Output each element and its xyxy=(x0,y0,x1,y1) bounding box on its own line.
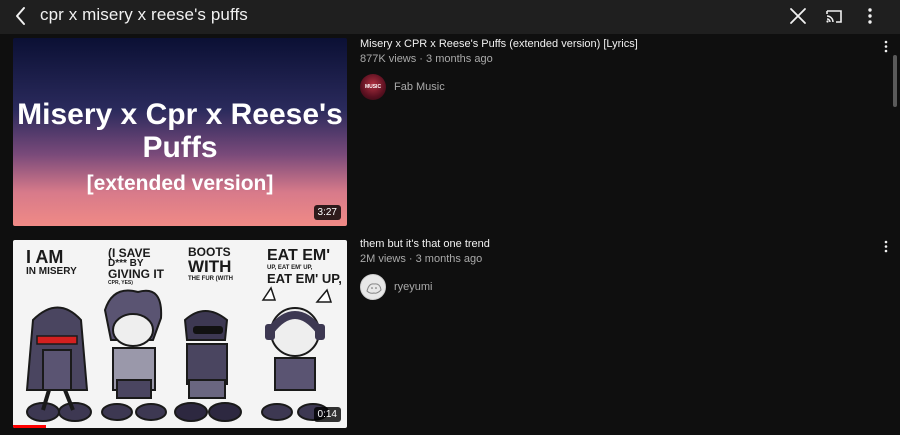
thumbnail-title-line: Puffs xyxy=(142,131,218,164)
video-title[interactable]: them but it's that one trend xyxy=(360,238,490,250)
channel-link[interactable]: MUSIC Fab Music xyxy=(360,74,445,100)
video-title[interactable]: Misery x CPR x Reese's Puffs (extended v… xyxy=(360,38,638,50)
back-button[interactable] xyxy=(8,2,36,30)
scrollbar[interactable] xyxy=(893,55,897,107)
duration-badge: 0:14 xyxy=(313,407,341,422)
cast-icon xyxy=(826,10,842,23)
avatar-drawing xyxy=(366,283,382,294)
close-icon xyxy=(790,8,806,24)
video-thumbnail[interactable]: I AM IN MISERY (I SAVE D*** BY GIVING IT… xyxy=(13,240,347,428)
more-options-button[interactable] xyxy=(856,2,884,30)
thumbnail-subtitle: [extended version] xyxy=(86,172,274,195)
more-vert-icon xyxy=(884,240,888,253)
clear-search-button[interactable] xyxy=(784,2,812,30)
video-meta: 2M views · 3 months ago xyxy=(360,253,483,265)
character-cpr xyxy=(101,289,167,421)
more-vert-icon xyxy=(868,8,872,24)
chevron-left-icon xyxy=(16,7,25,25)
character-misery xyxy=(25,306,92,422)
cast-button[interactable] xyxy=(820,2,848,30)
channel-link[interactable]: ryeyumi xyxy=(360,274,433,300)
duration-badge: 3:27 xyxy=(313,205,341,220)
channel-name[interactable]: Fab Music xyxy=(394,81,445,93)
channel-avatar[interactable]: MUSIC xyxy=(360,74,386,100)
video-result[interactable]: I AM IN MISERY (I SAVE D*** BY GIVING IT… xyxy=(0,238,900,428)
character-boots xyxy=(174,310,242,422)
thumbnail-title-line: Misery x Cpr x Reese's xyxy=(17,98,343,131)
character-eat-em-up xyxy=(261,286,333,421)
video-result[interactable]: Misery x Cpr x Reese's Puffs [extended v… xyxy=(0,38,900,228)
search-query[interactable]: cpr x misery x reese's puffs xyxy=(40,5,248,25)
video-menu-button[interactable] xyxy=(879,238,893,256)
character-illustration xyxy=(25,286,333,422)
more-vert-icon xyxy=(884,40,888,53)
channel-name[interactable]: ryeyumi xyxy=(394,281,433,293)
avatar-logo-text: MUSIC xyxy=(364,84,382,90)
channel-avatar[interactable] xyxy=(360,274,386,300)
video-menu-button[interactable] xyxy=(879,38,893,56)
video-meta: 877K views · 3 months ago xyxy=(360,53,493,65)
video-thumbnail[interactable]: Misery x Cpr x Reese's Puffs [extended v… xyxy=(13,38,347,226)
watch-progress-bar xyxy=(13,425,47,428)
search-header: cpr x misery x reese's puffs xyxy=(0,0,900,34)
